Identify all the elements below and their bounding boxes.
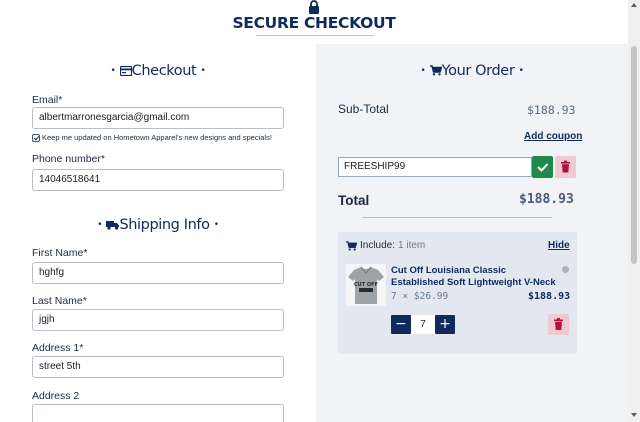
email-field[interactable]: albertmarronesgarcia@gmail.com	[32, 107, 284, 129]
last-name-label: Last Name*	[32, 295, 87, 307]
check-icon	[537, 163, 549, 172]
truck-icon	[106, 221, 120, 230]
order-heading-text: Your Order	[441, 63, 515, 79]
cart-icon	[429, 65, 443, 76]
trash-icon	[561, 160, 570, 173]
checkout-heading-text: Checkout	[131, 63, 197, 79]
shipping-heading: • Shipping Info •	[97, 217, 219, 233]
scrollbar-thumb[interactable]	[631, 46, 637, 264]
address1-field[interactable]: street 5th	[32, 356, 284, 378]
phone-field[interactable]: 14046518641	[32, 169, 284, 191]
address2-field[interactable]	[32, 404, 284, 422]
shipping-heading-text: Shipping Info	[119, 217, 210, 233]
include-label: Include:	[360, 240, 396, 251]
scroll-down-arrow-icon[interactable]	[631, 413, 637, 417]
credit-card-icon	[119, 65, 132, 77]
quantity-value[interactable]: 7	[411, 315, 435, 334]
product-name[interactable]: Cut Off Louisiana Classic Established So…	[391, 265, 557, 289]
checkout-heading: • Checkout •	[110, 63, 206, 79]
page-title: SECURE CHECKOUT	[232, 14, 396, 32]
hide-items-link[interactable]: Hide	[548, 240, 570, 251]
subtotal-label: Sub-Total	[338, 102, 389, 116]
lock-icon	[309, 0, 319, 14]
newsletter-checkbox[interactable]	[32, 133, 40, 142]
quantity-increase-button[interactable]: +	[435, 315, 455, 334]
trash-icon	[554, 318, 563, 330]
newsletter-label: Keep me updated on Hometown Apparel's ne…	[42, 133, 272, 142]
scroll-up-arrow-icon[interactable]	[631, 3, 637, 7]
address1-label: Address 1*	[32, 342, 84, 354]
coupon-input[interactable]: FREESHIP99	[338, 157, 532, 177]
remove-coupon-button[interactable]	[555, 156, 576, 178]
cart-icon	[346, 240, 357, 251]
first-name-label: First Name*	[32, 247, 88, 259]
first-name-field[interactable]: hghfg	[32, 262, 284, 284]
email-label: Email*	[32, 94, 63, 106]
last-name-field[interactable]: jgjh	[32, 309, 284, 331]
apply-coupon-button[interactable]	[532, 156, 553, 178]
info-icon[interactable]	[562, 266, 569, 273]
total-value: $188.93	[519, 192, 574, 207]
quantity-decrease-button[interactable]: −	[391, 315, 411, 334]
order-heading: • Your Order •	[420, 63, 524, 79]
include-row: Include: 1 item	[346, 240, 425, 251]
newsletter-row: Keep me updated on Hometown Apparel's ne…	[32, 133, 272, 142]
order-divider	[362, 217, 552, 218]
total-label: Total	[338, 193, 370, 208]
address2-label: Address 2	[32, 390, 80, 402]
item-count: 1 item	[398, 240, 426, 251]
title-divider	[256, 35, 374, 36]
add-coupon-link[interactable]: Add coupon	[524, 131, 582, 142]
thumb-text: CUT OFF	[354, 282, 378, 288]
remove-item-button[interactable]	[548, 314, 569, 335]
product-line-total: $188.93	[528, 291, 571, 302]
subtotal-value: $188.93	[527, 103, 576, 117]
product-qty-price: 7 × $26.99	[391, 291, 449, 302]
phone-label: Phone number*	[32, 153, 105, 165]
product-thumbnail: CUT OFF	[346, 264, 386, 306]
header-bar: SECURE CHECKOUT	[0, 0, 628, 44]
